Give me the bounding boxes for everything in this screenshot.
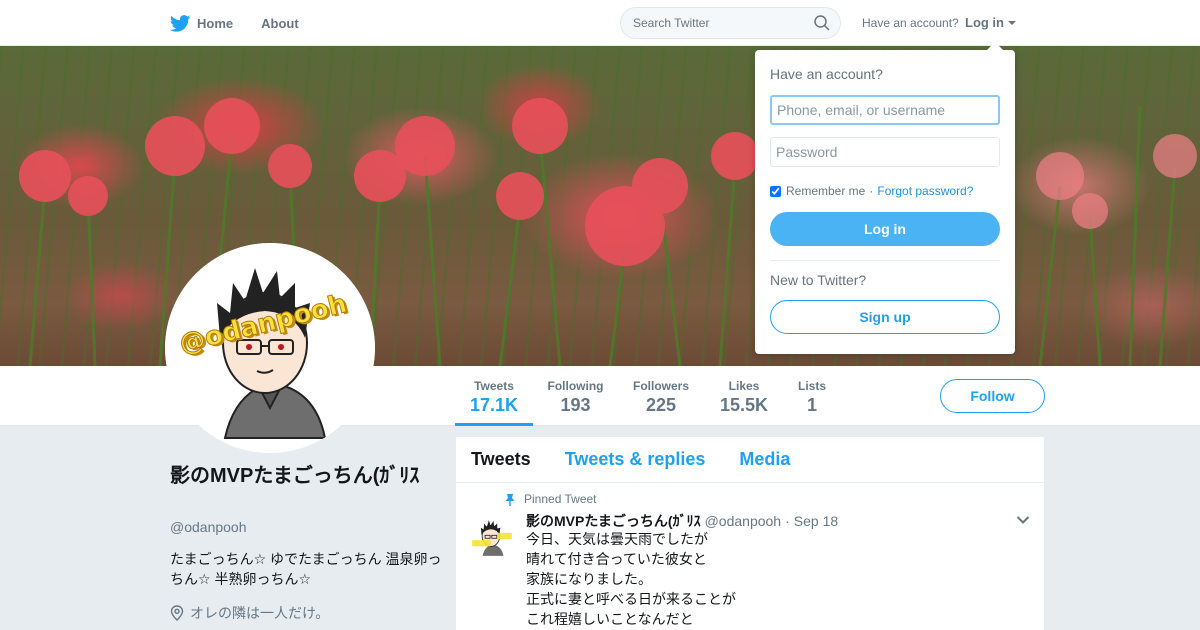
remember-separator: ·: [869, 184, 874, 198]
dropdown-arrow: [987, 42, 1003, 50]
pin-icon: [505, 493, 515, 506]
stat-followers-label: Followers: [632, 379, 689, 393]
remember-me-row: Remember me · Forgot password?: [770, 184, 973, 198]
timeline-tabs: Tweets Tweets & replies Media: [456, 437, 1044, 483]
twitter-bird-icon: [170, 14, 191, 32]
nav-left: Home About: [170, 0, 327, 46]
login-button[interactable]: Log in: [770, 212, 1000, 246]
remember-me-checkbox[interactable]: [770, 185, 781, 197]
tweet-separator: ·: [785, 513, 790, 529]
stat-likes-label: Likes: [728, 379, 760, 393]
tweet-line: 家族になりました。: [526, 571, 652, 587]
password-input[interactable]: [770, 137, 1000, 167]
stat-following-value: 193: [560, 395, 591, 415]
tweet-author-name[interactable]: 影のMVPたまごっちん(ｶﾞﾘｽ: [526, 511, 701, 531]
tweet-line: これ程嬉しいことなんだと: [526, 611, 694, 627]
remember-me-label[interactable]: Remember me: [786, 184, 865, 198]
profile-location-text: オレの隣は一人だけ。: [190, 605, 330, 621]
search-input[interactable]: [633, 16, 803, 30]
search-box[interactable]: [620, 7, 841, 39]
follow-button[interactable]: Follow: [940, 379, 1045, 413]
profile-name[interactable]: 影のMVPたまごっちん(ｶﾞﾘｽ: [170, 462, 440, 490]
pinned-indicator: Pinned Tweet: [504, 492, 597, 506]
caret-down-icon: [1008, 20, 1016, 25]
profile-location: オレの隣は一人だけ。: [170, 603, 329, 623]
tweet-line: 正式に妻と呼べる日が来ることが: [526, 591, 736, 607]
pinned-label: Pinned Tweet: [524, 492, 597, 506]
search-icon[interactable]: [814, 15, 830, 31]
tweet-timestamp[interactable]: Sep 18: [794, 513, 838, 529]
stat-lists[interactable]: Lists 1: [794, 366, 830, 426]
profile-handle[interactable]: @odanpooh: [170, 519, 247, 535]
stat-likes[interactable]: Likes 15.5K: [714, 366, 774, 426]
have-account-text: Have an account?: [862, 16, 959, 30]
stat-followers[interactable]: Followers 225: [628, 366, 694, 426]
tweet-line: 晴れて付き合っていた彼女と: [526, 551, 707, 567]
tweet-line: 今日、天気は曇天雨でしたが: [526, 531, 708, 547]
tab-tweets[interactable]: Tweets: [471, 449, 531, 470]
top-nav: Home About Have an account? Log in: [0, 0, 1200, 46]
login-dropdown-title: Have an account?: [770, 66, 883, 82]
tab-tweets-and-replies[interactable]: Tweets & replies: [565, 449, 706, 470]
tweet-avatar-illustration: [470, 515, 514, 559]
tweet-avatar[interactable]: [470, 515, 514, 559]
forgot-password-link[interactable]: Forgot password?: [877, 184, 973, 198]
stat-tweets-label: Tweets: [474, 379, 514, 393]
dropdown-divider: [770, 260, 1000, 261]
tweet-header: 影のMVPたまごっちん(ｶﾞﾘｽ @odanpooh · Sep 18: [526, 511, 838, 531]
tweet-text: 今日、天気は曇天雨でしたが 晴れて付き合っていた彼女と 家族になりました。 正式…: [526, 529, 986, 629]
nav-home-label: Home: [197, 15, 234, 31]
login-toggle-label: Log in: [965, 15, 1004, 30]
new-to-twitter-text: New to Twitter?: [770, 272, 867, 288]
stat-followers-value: 225: [645, 395, 677, 415]
username-input[interactable]: [770, 95, 1000, 125]
location-pin-icon: [170, 605, 184, 621]
stat-likes-value: 15.5K: [719, 395, 769, 415]
profile-bio: たまごっちん☆ ゆでたまごっちん 温泉卵っちん☆ 半熟卵っちん☆: [170, 551, 442, 587]
stat-following-label: Following: [547, 379, 604, 393]
stat-lists-label: Lists: [797, 379, 826, 393]
nav-about[interactable]: About: [261, 16, 299, 31]
timeline: Tweets Tweets & replies Media Pinned Twe…: [456, 437, 1044, 630]
stat-following[interactable]: Following 193: [543, 366, 608, 426]
stat-tweets-value: 17.1K: [469, 395, 519, 415]
login-dropdown: Have an account? Remember me · Forgot pa…: [755, 42, 1015, 354]
signup-button[interactable]: Sign up: [770, 300, 1000, 334]
login-dropdown-toggle[interactable]: Log in: [965, 15, 1016, 30]
stat-lists-value: 1: [806, 395, 817, 415]
tweet-author-handle[interactable]: @odanpooh: [705, 513, 782, 529]
nav-about-label: About: [261, 15, 299, 31]
stat-tweets[interactable]: Tweets 17.1K: [455, 366, 533, 426]
nav-home[interactable]: Home: [170, 14, 234, 32]
tab-media[interactable]: Media: [739, 449, 790, 470]
chevron-down-icon[interactable]: [1016, 515, 1030, 525]
